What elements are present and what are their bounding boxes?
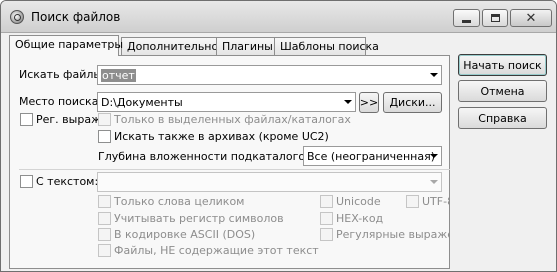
magnifier-disc-icon (10, 10, 24, 24)
minimize-button[interactable] (453, 9, 480, 27)
whole-words-checkbox[interactable] (98, 195, 111, 208)
unicode-checkbox[interactable] (320, 195, 333, 208)
case-sensitive-checkbox[interactable] (98, 212, 111, 225)
maximize-icon (490, 14, 500, 22)
tab-advanced[interactable]: Дополнительно (121, 37, 218, 55)
help-button[interactable]: Справка (458, 107, 547, 129)
browse-button[interactable]: >> (359, 92, 379, 113)
subdir-depth-label: Глубина вложенности подкаталогов: (98, 150, 316, 163)
search-files-window: Поиск файлов ✕ Общие параметры Дополните… (0, 0, 557, 272)
not-containing-checkbox[interactable] (98, 244, 111, 257)
subdir-depth-select[interactable]: Все (неограниченная) (303, 146, 442, 166)
tab-general[interactable]: Общие параметры (9, 35, 123, 56)
with-text-label: С текстом: (36, 175, 99, 188)
chevron-down-icon (430, 73, 438, 77)
start-search-button[interactable]: Начать поиск (458, 54, 547, 76)
with-text-checkbox[interactable] (20, 175, 33, 188)
search-location-combo[interactable]: D:\Документы (97, 92, 356, 112)
window-title: Поиск файлов (31, 10, 121, 24)
hex-label: HEX-код (336, 212, 384, 225)
tab-plugins[interactable]: Плагины (216, 37, 275, 55)
chevron-down-icon (430, 154, 438, 158)
section-divider (19, 169, 450, 170)
subdir-depth-value: Все (неограниченная) (307, 150, 435, 163)
general-params-panel: Искать файлы: отчет Место поиска: D:\Док… (9, 55, 450, 269)
hex-checkbox[interactable] (320, 212, 333, 225)
only-selected-checkbox[interactable] (98, 113, 111, 126)
cancel-button[interactable]: Отмена (458, 80, 547, 102)
ascii-dos-label: В кодировке ASCII (DOS) (114, 228, 256, 241)
search-files-combo[interactable]: отчет (97, 65, 442, 85)
title-bar: Поиск файлов ✕ (1, 1, 556, 33)
search-files-value: отчет (101, 69, 136, 82)
minimize-icon (462, 19, 471, 23)
drives-button[interactable]: Диски... (383, 92, 442, 113)
search-files-label: Искать файлы: (19, 68, 106, 81)
in-archives-label: Искать также в архивах (кроме UC2) (114, 130, 329, 143)
chevron-down-icon (430, 180, 438, 184)
maximize-button[interactable] (482, 9, 508, 27)
ascii-dos-checkbox[interactable] (98, 228, 111, 241)
case-sensitive-label: Учитывать регистр символов (114, 212, 284, 225)
regex-checkbox[interactable] (20, 113, 33, 126)
regex-text-label: Регулярные выражения (336, 228, 450, 241)
tab-search-templates[interactable]: Шаблоны поиска (274, 37, 379, 55)
in-archives-checkbox[interactable] (98, 130, 111, 143)
only-selected-label: Только в выделенных файлах/каталогах (114, 113, 351, 126)
close-button[interactable]: ✕ (510, 9, 552, 27)
regex-text-checkbox[interactable] (320, 228, 333, 241)
close-icon: ✕ (525, 10, 537, 26)
utf8-label: UTF-8 (422, 195, 450, 208)
text-search-combo[interactable] (97, 172, 442, 192)
utf8-checkbox[interactable] (406, 195, 419, 208)
chevron-down-icon (344, 100, 352, 104)
search-location-label: Место поиска: (19, 95, 103, 108)
not-containing-label: Файлы, НЕ содержащие этот текст (114, 244, 319, 257)
search-location-value: D:\Документы (101, 96, 183, 109)
unicode-label: Unicode (336, 195, 381, 208)
whole-words-label: Только слова целиком (114, 195, 245, 208)
regex-label: Рег. выраж. (36, 113, 105, 126)
